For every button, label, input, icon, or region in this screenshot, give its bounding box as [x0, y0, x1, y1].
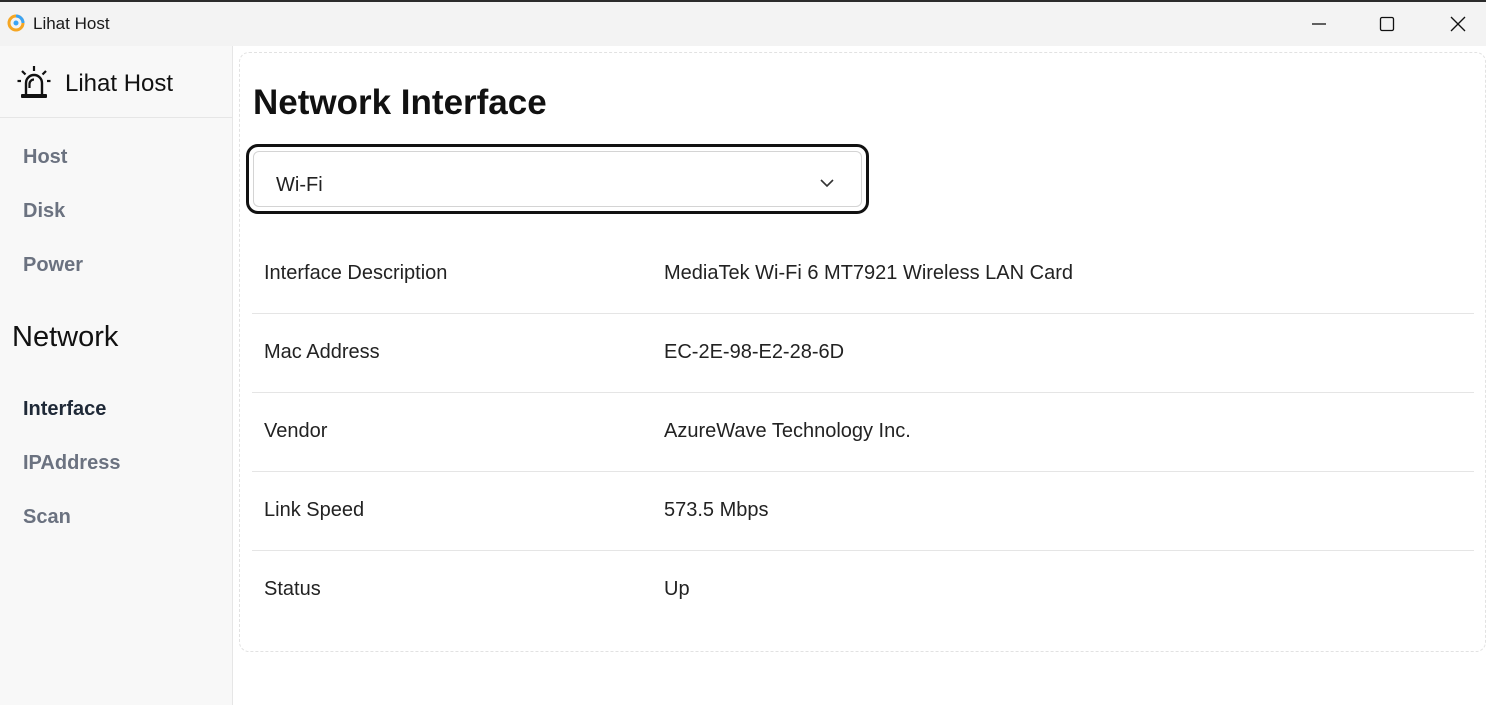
close-button[interactable] [1422, 2, 1486, 46]
alarm-siren-icon [17, 64, 51, 100]
row-value: AzureWave Technology Inc. [652, 391, 1474, 471]
sidebar: Lihat Host Host Disk Power Network Inter… [0, 46, 233, 705]
app-window: Lihat Host Lihat Host Host Disk Power Ne… [0, 0, 1486, 705]
page-title: Network Interface [253, 83, 547, 122]
interface-select[interactable]: Wi-Fi [246, 144, 869, 214]
sidebar-item-disk[interactable]: Disk [23, 200, 65, 223]
table-row: Vendor AzureWave Technology Inc. [252, 391, 1474, 471]
sidebar-item-scan[interactable]: Scan [23, 506, 71, 529]
interface-select-inner: Wi-Fi [253, 151, 862, 207]
app-logo-icon [7, 14, 25, 32]
maximize-button[interactable] [1351, 2, 1423, 46]
table-row: Interface Description MediaTek Wi-Fi 6 M… [252, 234, 1474, 313]
row-value: Up [652, 549, 1474, 629]
sidebar-section-network: Network [12, 321, 119, 353]
row-key: Link Speed [252, 470, 652, 550]
window-title: Lihat Host [33, 14, 110, 33]
close-icon [1450, 16, 1466, 32]
row-value: EC-2E-98-E2-28-6D [652, 312, 1474, 392]
row-key: Status [252, 549, 652, 629]
row-value: 573.5 Mbps [652, 470, 1474, 550]
table-row: Status Up [252, 549, 1474, 629]
title-bar[interactable]: Lihat Host [0, 0, 1486, 46]
table-row: Link Speed 573.5 Mbps [252, 470, 1474, 550]
chevron-down-icon [819, 176, 835, 190]
table-row: Mac Address EC-2E-98-E2-28-6D [252, 312, 1474, 392]
row-key: Mac Address [252, 312, 652, 392]
sidebar-brand[interactable]: Lihat Host [0, 46, 232, 118]
sidebar-item-power[interactable]: Power [23, 254, 83, 277]
minimize-icon [1312, 23, 1326, 25]
sidebar-item-ipaddress[interactable]: IPAddress [23, 452, 120, 475]
maximize-icon [1379, 16, 1395, 32]
row-key: Vendor [252, 391, 652, 471]
sidebar-item-interface[interactable]: Interface [23, 398, 106, 421]
minimize-button[interactable] [1283, 2, 1355, 46]
row-key: Interface Description [264, 261, 448, 284]
brand-name: Lihat Host [65, 70, 174, 97]
interface-select-value: Wi-Fi [276, 174, 323, 196]
row-value: MediaTek Wi-Fi 6 MT7921 Wireless LAN Car… [664, 261, 1073, 284]
interface-details-table: Interface Description MediaTek Wi-Fi 6 M… [252, 234, 1474, 629]
sidebar-item-host[interactable]: Host [23, 146, 67, 169]
